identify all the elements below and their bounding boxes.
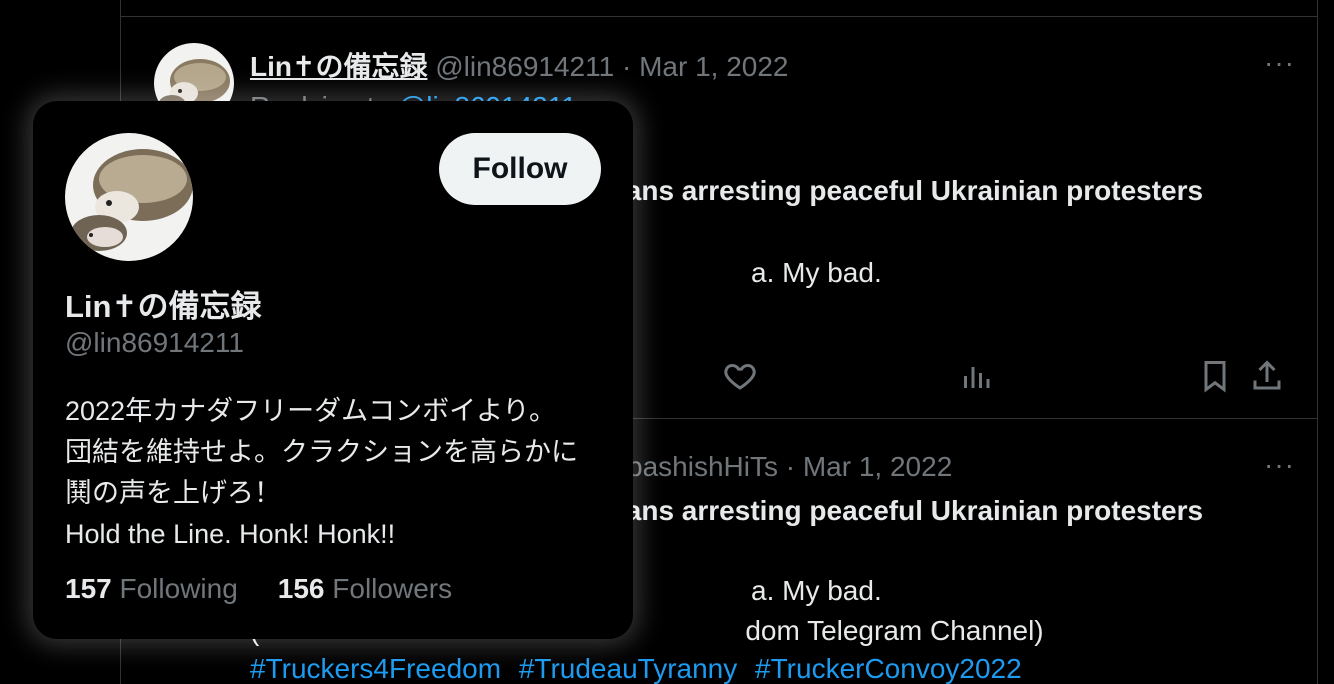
author-handle[interactable]: bashishHiTs xyxy=(627,451,778,482)
followers-count: 156 xyxy=(277,573,325,604)
bio-line: 団結を維持せよ。クラクションを高らかに xyxy=(65,437,578,467)
followers-label: Followers xyxy=(332,573,453,604)
tweet-text: a. My bad. xyxy=(751,575,882,606)
avatar[interactable] xyxy=(65,133,193,261)
author-name[interactable]: Lin✝の備忘録 xyxy=(250,51,427,82)
hashtag-link[interactable]: #TrudeauTyranny xyxy=(519,653,737,684)
following-count: 157 xyxy=(65,573,112,604)
following-label: Following xyxy=(119,573,238,604)
followers-link[interactable]: 156 Followers xyxy=(278,573,452,605)
profile-stats: 157 Following 156 Followers xyxy=(65,573,452,605)
profile-hover-card: Follow Lin✝の備忘録 @lin86914211 2022年カナダフリー… xyxy=(33,101,633,639)
heart-icon[interactable] xyxy=(722,358,758,394)
separator: · xyxy=(785,451,796,482)
tweet-date[interactable]: Mar 1, 2022 xyxy=(803,451,952,482)
following-link[interactable]: 157 Following xyxy=(65,573,238,605)
tweet-text-bold: ians arresting peaceful Ukrainian protes… xyxy=(618,175,1204,206)
profile-bio: 2022年カナダフリーダムコンボイより。 団結を維持せよ。クラクションを高らかに… xyxy=(65,391,578,555)
bio-line: 鬨の声を上げろ！ xyxy=(65,478,281,508)
author-handle[interactable]: @lin86914211 xyxy=(435,51,614,82)
tweet-header: bashishHiTs · Mar 1, 2022 xyxy=(627,451,952,483)
hashtag-link[interactable]: #TruckerConvoy2022 xyxy=(755,653,1022,684)
more-icon[interactable]: ··· xyxy=(1264,449,1295,481)
tweet-text-bold: ians arresting peaceful Ukrainian protes… xyxy=(618,495,1204,526)
bio-line: 2022年カナダフリーダムコンボイより。 xyxy=(65,396,556,426)
tweet-text: a. My bad. xyxy=(751,257,882,288)
bookmark-icon[interactable] xyxy=(1197,358,1233,394)
hashtag-link[interactable]: #Truckers4Freedom xyxy=(250,653,501,684)
profile-name[interactable]: Lin✝の備忘録 xyxy=(65,281,261,326)
follow-button[interactable]: Follow xyxy=(439,133,601,205)
profile-handle[interactable]: @lin86914211 xyxy=(65,327,244,359)
tweet-header: Lin✝の備忘録 @lin86914211 · Mar 1, 2022 xyxy=(250,45,788,85)
more-icon[interactable]: ··· xyxy=(1264,47,1295,79)
share-icon[interactable] xyxy=(1249,358,1285,394)
separator: · xyxy=(621,51,632,82)
bio-line: Hold the Line. Honk! Honk!! xyxy=(65,519,396,549)
hashtags: #Truckers4Freedom #TrudeauTyranny #Truck… xyxy=(250,653,1032,684)
tweet-date[interactable]: Mar 1, 2022 xyxy=(639,51,788,82)
channel-end: dom Telegram Channel) xyxy=(745,615,1044,646)
views-icon[interactable] xyxy=(958,358,994,394)
